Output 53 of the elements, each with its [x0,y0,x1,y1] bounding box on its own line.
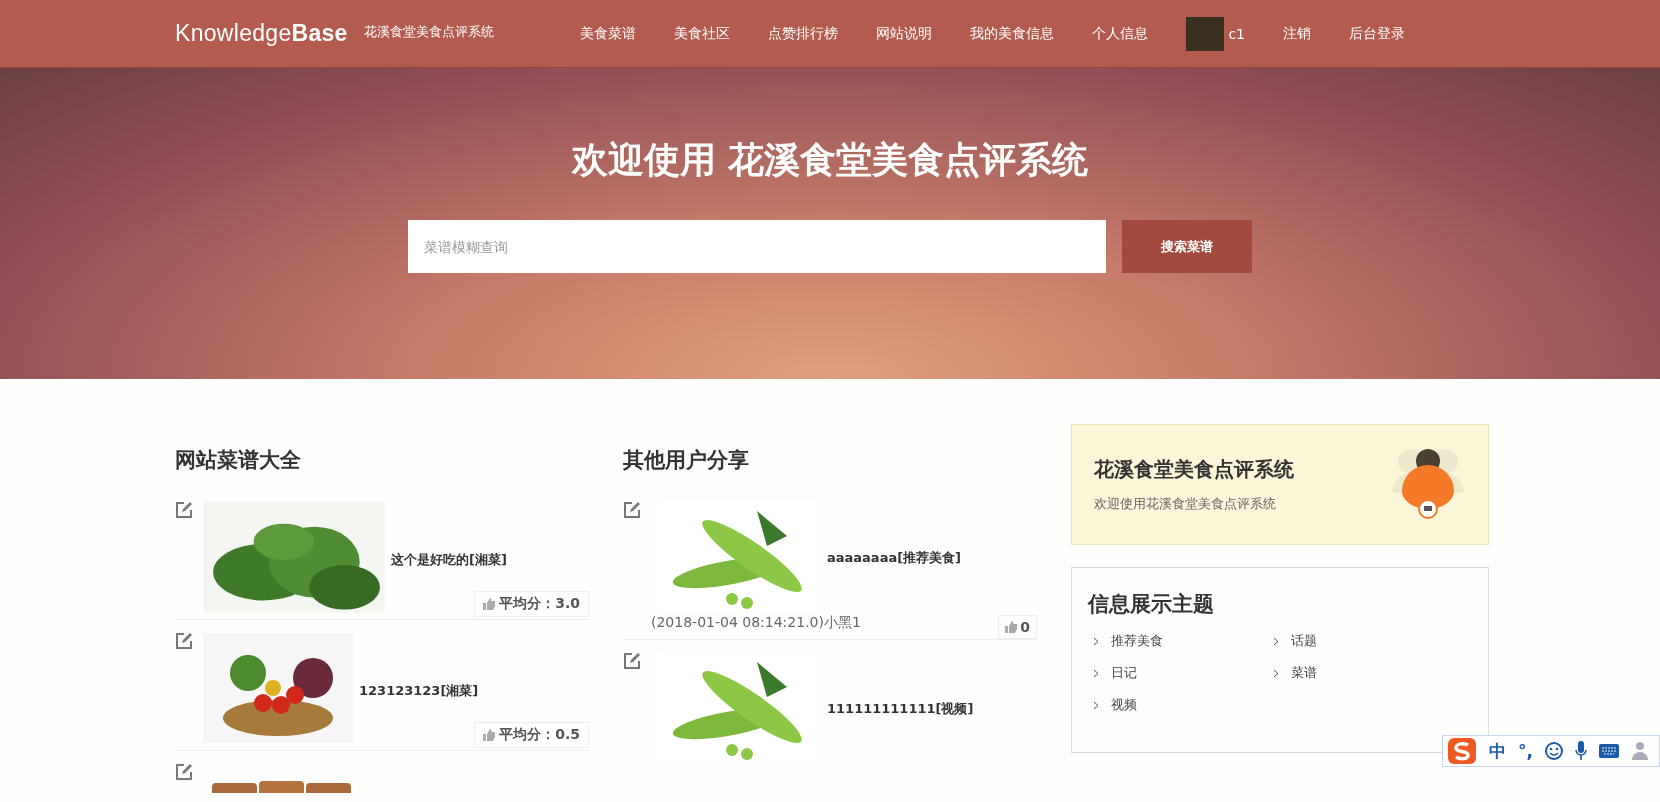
keyboard-icon[interactable] [1599,744,1619,758]
user-menu-link[interactable]: c1 [1186,16,1245,51]
chevron-icon [1093,668,1099,678]
card-title: 花溪食堂美食点评系统 [1094,456,1295,483]
panel-title: 信息展示主题 [1088,591,1215,618]
average-score: 平均分：3.0 [474,591,589,617]
thumbs-up-icon [483,729,496,741]
like-count[interactable]: 0 [998,615,1037,639]
edit-icon[interactable] [623,501,641,519]
topic-link[interactable]: 日记 [1093,664,1273,682]
topic-link[interactable]: 视频 [1093,696,1273,714]
avatar-photo [1186,16,1225,51]
input-method-logo-icon[interactable] [1447,737,1478,765]
nav-link[interactable]: 美食社区 [674,24,731,43]
thumbs-up-icon [1005,621,1018,633]
nav-link[interactable]: 点赞排行榜 [768,24,839,43]
average-score: 平均分：0.5 [474,722,589,748]
user-icon[interactable] [1631,741,1649,761]
recipe-title[interactable]: 这个是好吃的[湘菜] [385,551,589,569]
nav-link[interactable]: 后台登录 [1349,24,1405,43]
edit-icon[interactable] [175,632,193,650]
share-title[interactable]: 111111111111[视频] [827,700,1037,718]
thumbs-up-icon [483,598,496,610]
share-title[interactable]: aaaaaaaa[推荐美食] [827,549,1037,567]
nav-link[interactable]: 网站说明 [876,24,933,43]
edit-icon[interactable] [623,652,641,670]
topic-link[interactable]: 话题 [1273,632,1453,650]
microphone-icon[interactable] [1575,741,1587,761]
hero-title: 欢迎使用 花溪食堂美食点评系统 [570,138,1090,182]
smiley-icon[interactable] [1545,742,1563,760]
chevron-icon [1273,636,1279,646]
section-title: 其他用户分享 [623,447,750,474]
search-field[interactable]: 菜谱模糊查询 [408,220,1106,273]
recipe-title[interactable]: 123123123[湘菜] [353,682,589,700]
topic-link[interactable]: 推荐美食 [1093,632,1273,650]
edit-icon[interactable] [175,763,193,781]
search-button[interactable]: 搜索菜谱 [1122,220,1252,273]
topic-link[interactable]: 菜谱 [1273,664,1453,682]
input-mode-toggle[interactable]: 中 [1489,739,1507,763]
nav-link[interactable]: 我的美食信息 [970,24,1055,43]
section-title: 网站菜谱大全 [175,447,302,474]
chevron-icon [1093,700,1099,710]
nav-link[interactable]: 个人信息 [1092,24,1149,43]
card-text: 欢迎使用花溪食堂美食点评系统 [1094,495,1277,513]
chevron-icon [1093,636,1099,646]
chevron-icon [1273,668,1279,678]
nav-link[interactable]: 注销 [1283,24,1311,43]
edit-icon[interactable] [175,501,193,519]
site-logo[interactable]: KnowledgeBase [175,20,348,47]
punctuation-toggle[interactable]: °, [1518,741,1533,761]
nav-link[interactable]: 美食菜谱 [580,24,637,43]
site-subtitle: 花溪食堂美食点评系统 [363,22,494,41]
share-meta: (2018-01-04 08:14:21.0)小黑1 [651,614,861,632]
